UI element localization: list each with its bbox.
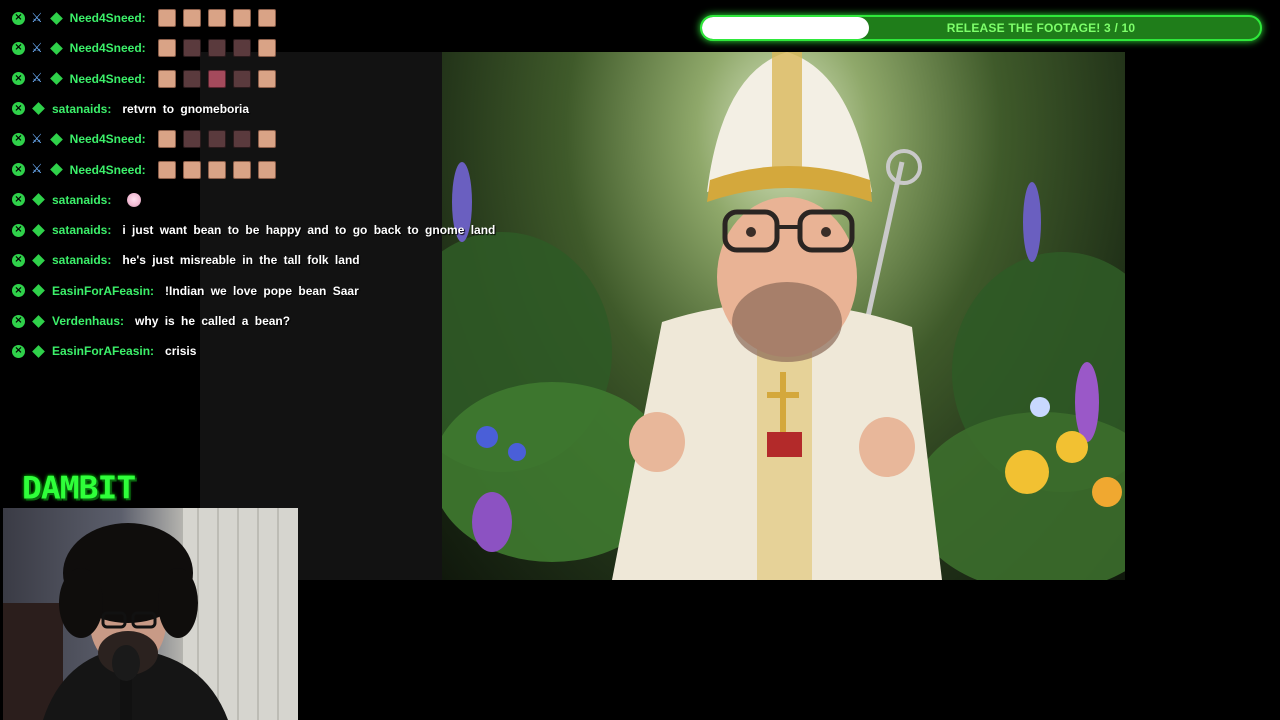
close-badge-icon: × [12, 41, 25, 55]
chat-message: × ⚔ Need4Sneed: [12, 68, 283, 90]
chat-message: × Verdenhaus: why is he called a bean? [12, 310, 290, 332]
face-emote-icon [257, 39, 276, 58]
face-emote-icon [232, 160, 251, 179]
gem-badge-icon [49, 41, 63, 55]
gem-badge-icon [32, 254, 45, 267]
gem-badge-icon [32, 314, 45, 328]
face-emote-icon [182, 69, 201, 88]
face-emote-icon [257, 130, 276, 149]
face-emote-icon [232, 130, 251, 149]
close-badge-icon: × [12, 163, 25, 176]
gem-badge-icon [32, 284, 45, 298]
face-emote-icon [207, 160, 226, 179]
close-badge-icon: × [12, 132, 25, 146]
face-emote-icon [232, 9, 251, 27]
chat-message: × satanaids: [12, 189, 142, 211]
face-emote-icon [207, 130, 226, 149]
emote-row [157, 160, 283, 179]
face-emote-icon [182, 9, 201, 27]
emote-row [157, 69, 283, 88]
face-emote-icon [257, 69, 276, 88]
face-emote-icon [157, 69, 176, 88]
gem-badge-icon [32, 102, 45, 116]
face-emote-icon [257, 160, 276, 179]
sword-badge-icon: ⚔ [31, 40, 43, 56]
face-emote-icon [207, 69, 226, 88]
gem-badge-icon [49, 132, 63, 146]
stream-overlay: × ⚔ Need4Sneed: × ⚔ Need4Sneed: × ⚔ Need4Sneed: ×… [0, 0, 1280, 720]
chat-username[interactable]: Need4Sneed: [70, 41, 146, 55]
face-emote-icon [207, 39, 226, 58]
chat-message: × ⚔ Need4Sneed: [12, 7, 283, 29]
chat-message: × EasinForAFeasin: crisis [12, 340, 196, 362]
pope-gnome-illustration [442, 52, 1125, 580]
emote-row [123, 192, 142, 207]
chat-username[interactable]: satanaids: [52, 223, 111, 237]
sword-badge-icon: ⚔ [31, 10, 43, 26]
pope-gnome-image [442, 52, 1125, 580]
chat-username[interactable]: satanaids: [52, 193, 111, 207]
face-emote-icon [157, 130, 176, 149]
sword-badge-icon: ⚔ [31, 131, 43, 147]
bunny-emote-icon [127, 192, 142, 207]
emote-row [157, 39, 283, 58]
progress-label: RELEASE THE FOOTAGE! 3 / 10 [946, 21, 1136, 35]
chat-message: × satanaids: retvrn to gnomeboria [12, 98, 249, 120]
chat-message-text: he's just misreable in the tall folk lan… [122, 253, 360, 268]
emote-row [157, 9, 283, 27]
close-badge-icon: × [12, 72, 25, 86]
face-emote-icon [182, 39, 201, 58]
chat-username[interactable]: Need4Sneed: [70, 132, 146, 146]
chat-message: × satanaids: he's just misreable in the ta… [12, 249, 360, 271]
chat-message: × ⚔ Need4Sneed: [12, 37, 283, 59]
close-badge-icon: × [12, 193, 25, 207]
chat-message-text: !Indian we love pope bean Saar [165, 283, 359, 298]
footage-progress-bar: RELEASE THE FOOTAGE! 3 / 10 [700, 15, 1262, 41]
gem-badge-icon [49, 72, 63, 85]
close-badge-icon: × [12, 223, 25, 237]
chat-username[interactable]: Need4Sneed: [70, 163, 146, 177]
gem-badge-icon [49, 163, 63, 176]
webcam-feed [3, 508, 298, 720]
chat-username[interactable]: Verdenhaus: [52, 314, 124, 328]
face-emote-icon [232, 69, 251, 88]
chat-username[interactable]: EasinForAFeasin: [52, 344, 154, 358]
chat-message-text: crisis [165, 344, 197, 359]
dambit-logo: DAMBIT [22, 468, 136, 507]
close-badge-icon: × [12, 11, 25, 25]
face-emote-icon [182, 160, 201, 179]
face-emote-icon [182, 130, 201, 149]
chat-message-text: i just want bean to be happy and to go b… [122, 223, 496, 238]
close-badge-icon: × [12, 314, 25, 328]
chat-message-text: why is he called a bean? [135, 314, 291, 328]
gem-badge-icon [32, 193, 45, 207]
chat-username[interactable]: Need4Sneed: [70, 72, 146, 86]
face-emote-icon [232, 39, 251, 58]
webcam-streamer-illustration [3, 508, 298, 720]
close-badge-icon: × [12, 253, 25, 267]
face-emote-icon [207, 9, 226, 27]
emote-row [157, 130, 283, 149]
chat-username[interactable]: satanaids: [52, 102, 111, 116]
chat-message-text: retvrn to gnomeboria [122, 101, 250, 116]
chat-message: × EasinForAFeasin: !Indian we love pope be… [12, 280, 359, 302]
close-badge-icon: × [12, 102, 25, 116]
chat-message: × satanaids: i just want bean to be happy … [12, 219, 495, 241]
face-emote-icon [157, 160, 176, 179]
chat-message: × ⚔ Need4Sneed: [12, 128, 283, 150]
chat-message: × ⚔ Need4Sneed: [12, 159, 283, 181]
face-emote-icon [257, 9, 276, 27]
chat-username[interactable]: satanaids: [52, 253, 111, 267]
gem-badge-icon [32, 344, 45, 358]
chat-username[interactable]: Need4Sneed: [70, 11, 146, 25]
gem-badge-icon [32, 223, 45, 237]
face-emote-icon [157, 39, 176, 58]
gem-badge-icon [49, 11, 63, 25]
face-emote-icon [157, 9, 176, 27]
close-badge-icon: × [12, 284, 25, 298]
close-badge-icon: × [12, 344, 25, 358]
chat-username[interactable]: EasinForAFeasin: [52, 284, 154, 298]
sword-badge-icon: ⚔ [31, 162, 43, 177]
sword-badge-icon: ⚔ [31, 71, 43, 87]
